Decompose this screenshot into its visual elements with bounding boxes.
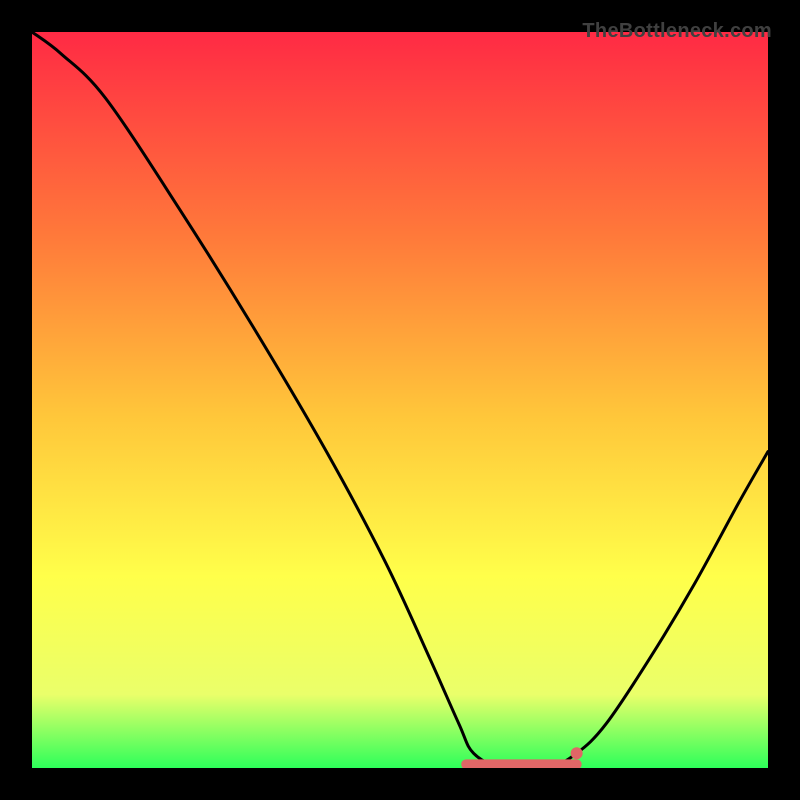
bottleneck-curve-chart: [32, 32, 768, 768]
optimal-point-marker: [571, 747, 583, 759]
plot-area: [32, 32, 768, 768]
gradient-background: [32, 32, 768, 768]
attribution-text: TheBottleneck.com: [582, 20, 772, 43]
chart-frame: TheBottleneck.com: [20, 20, 780, 780]
